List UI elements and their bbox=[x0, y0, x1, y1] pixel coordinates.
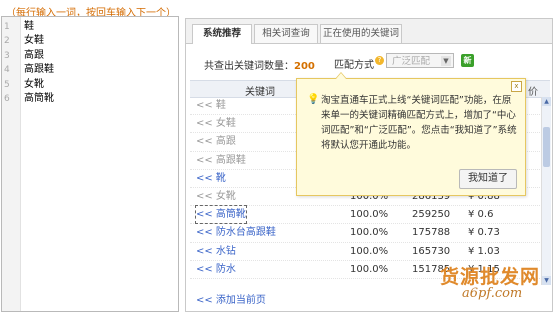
line-text[interactable]: 鞋 bbox=[24, 20, 34, 34]
editor-line: 3 高跟 bbox=[2, 49, 178, 63]
match-feature-popup: x 💡 淘宝直通车正式上线“关键词匹配”功能，在原来单一的关键词精确匹配方式上，… bbox=[296, 72, 526, 196]
line-text[interactable]: 女靴 bbox=[24, 78, 44, 92]
editor-line: 4 高跟鞋 bbox=[2, 63, 178, 77]
editor-line: 6 高筒靴 bbox=[2, 92, 178, 106]
close-icon[interactable]: x bbox=[511, 81, 522, 92]
avg-price: ¥ 1.03 bbox=[468, 245, 500, 257]
editor-line: 2 女鞋 bbox=[2, 34, 178, 48]
match-percent: 100.0% bbox=[350, 209, 389, 221]
keyword-add-link[interactable]: << 女鞋 bbox=[196, 115, 236, 132]
got-it-button[interactable]: 我知道了 bbox=[459, 169, 517, 189]
line-number: 2 bbox=[4, 36, 10, 47]
keyword-add-link[interactable]: << 高跟 bbox=[196, 133, 236, 150]
line-text[interactable]: 高跟鞋 bbox=[24, 63, 54, 77]
match-type-select[interactable]: 广泛匹配 ▼ bbox=[386, 53, 454, 68]
popup-pointer-fill bbox=[336, 73, 346, 79]
scroll-up-icon[interactable]: ▲ bbox=[542, 97, 551, 106]
line-number: 3 bbox=[4, 50, 10, 61]
tab-related-query[interactable]: 相关词查询 bbox=[254, 24, 318, 43]
keyword-add-link[interactable]: << 防水台高跟鞋 bbox=[196, 224, 276, 241]
match-percent: 100.0% bbox=[350, 263, 389, 275]
match-type-value: 广泛匹配 bbox=[392, 56, 431, 67]
match-percent: 100.0% bbox=[350, 227, 389, 239]
keyword-add-link[interactable]: << 鞋 bbox=[196, 97, 226, 114]
new-badge: 新 bbox=[461, 54, 474, 67]
editor-line: 5 女靴 bbox=[2, 78, 178, 92]
keyword-add-link[interactable]: << 女靴 bbox=[196, 188, 236, 205]
chevron-down-icon: ▼ bbox=[441, 56, 451, 66]
watermark-logo-text: 货源批发网 bbox=[440, 266, 541, 288]
help-icon[interactable]: ? bbox=[375, 56, 384, 65]
keyword-add-link[interactable]: << 高跟鞋 bbox=[196, 152, 246, 169]
editor-lines: 1 鞋 2 女鞋 3 高跟 4 高跟鞋 5 女靴 6 高筒靴 bbox=[2, 20, 178, 106]
avg-price: ¥ 0.6 bbox=[468, 209, 494, 221]
line-text[interactable]: 高跟 bbox=[24, 49, 44, 63]
table-scrollbar[interactable]: ▲ ▼ bbox=[541, 97, 551, 285]
search-count: 165730 bbox=[412, 245, 451, 257]
tab-bar: 系统推荐 相关词查询 正在使用的关键词 bbox=[186, 19, 552, 44]
scroll-thumb[interactable] bbox=[543, 127, 550, 167]
avg-price: ¥ 0.73 bbox=[468, 227, 500, 239]
table-row: << 防水台高跟鞋 100.0% 175788 ¥ 0.73 bbox=[190, 224, 540, 243]
line-number: 5 bbox=[4, 79, 10, 90]
keyword-add-link[interactable]: << 水钻 bbox=[196, 243, 236, 260]
keyword-add-link[interactable]: << 防水 bbox=[196, 261, 236, 278]
lightbulb-icon: 💡 bbox=[307, 94, 320, 105]
tab-system-recommend[interactable]: 系统推荐 bbox=[192, 24, 252, 44]
search-count: 259250 bbox=[412, 209, 451, 221]
table-row: << 水钻 100.0% 165730 ¥ 1.03 bbox=[190, 243, 540, 261]
scroll-down-icon[interactable]: ▼ bbox=[542, 276, 551, 285]
search-count: 175788 bbox=[412, 227, 451, 239]
table-row: << 高筒靴 100.0% 259250 ¥ 0.6 bbox=[190, 205, 540, 225]
keyword-count-value: 200 bbox=[294, 61, 315, 72]
line-text[interactable]: 女鞋 bbox=[24, 34, 44, 48]
keyword-textarea[interactable]: 1 鞋 2 女鞋 3 高跟 4 高跟鞋 5 女靴 6 高筒靴 bbox=[1, 16, 179, 312]
keyword-add-link[interactable]: << 靴 bbox=[196, 170, 226, 187]
header-keyword: 关键词 bbox=[245, 87, 275, 98]
match-type-label: 匹配方式 bbox=[334, 60, 374, 71]
keyword-add-link[interactable]: << 高筒靴 bbox=[195, 205, 247, 225]
popup-message: 淘宝直通车正式上线“关键词匹配”功能，在原来单一的关键词精确匹配方式上，增加了“… bbox=[321, 95, 517, 151]
line-number: 1 bbox=[4, 22, 10, 32]
line-number: 6 bbox=[4, 93, 10, 104]
header-price: 价 bbox=[528, 87, 538, 98]
line-number: 4 bbox=[4, 65, 10, 76]
keyword-count-label: 共查出关键词数量： bbox=[204, 61, 294, 72]
line-text[interactable]: 高筒靴 bbox=[24, 92, 54, 106]
match-percent: 100.0% bbox=[350, 245, 389, 257]
tab-keywords-in-use[interactable]: 正在使用的关键词 bbox=[320, 24, 402, 43]
add-current-page-link[interactable]: << 添加当前页 bbox=[196, 291, 266, 306]
editor-line: 1鞋 bbox=[2, 20, 178, 34]
keyword-count: 共查出关键词数量：200 bbox=[204, 57, 315, 72]
watermark-url: a6pf.com bbox=[462, 286, 523, 301]
